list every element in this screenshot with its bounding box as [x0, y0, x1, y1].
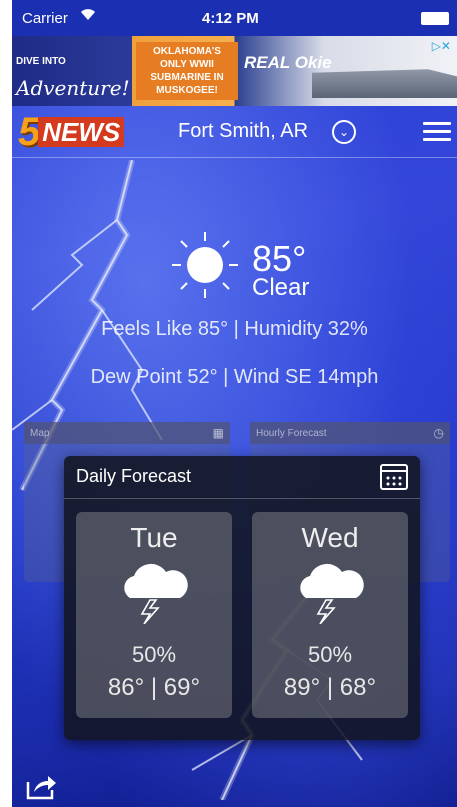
app-header: 5 NEWS Fort Smith, AR ⌄: [12, 106, 457, 158]
dew-point-wind: Dew Point 52° | Wind SE 14mph: [90, 366, 379, 388]
app-screen: Carrier 4:12 PM DIVE INTO Adventure! OKL…: [12, 0, 457, 807]
thunderstorm-icon: [290, 562, 370, 625]
daily-forecast-card[interactable]: Daily Forecast Tue 50% 86° | 69° Wed 50%…: [64, 456, 420, 740]
high-low-temp: 89° | 68°: [283, 674, 377, 701]
current-condition: Clear: [252, 274, 310, 301]
precip-chance: 50%: [131, 642, 177, 667]
adchoices-icon[interactable]: ▷✕: [432, 39, 451, 53]
feels-like-humidity: Feels Like 85° | Humidity 32%: [101, 318, 368, 340]
forecast-day-tue[interactable]: Tue 50% 86° | 69°: [76, 512, 232, 718]
clock: 4:12 PM: [202, 10, 259, 27]
share-icon[interactable]: [26, 772, 58, 800]
ad-dive-text: DIVE INTO: [16, 56, 66, 67]
thunderstorm-icon: [114, 562, 194, 625]
logo-text: NEWS: [38, 117, 125, 147]
day-name: Wed: [301, 522, 359, 553]
submarine-image: [312, 69, 457, 98]
ad-promo-text: OKLAHOMA'S ONLY WWII SUBMARINE IN MUSKOG…: [136, 42, 238, 100]
clock-icon: ◷: [433, 426, 444, 440]
precip-chance: 50%: [307, 642, 353, 667]
wifi-icon: [80, 8, 96, 24]
location-label[interactable]: Fort Smith, AR: [178, 120, 308, 143]
chevron-down-icon[interactable]: ⌄: [332, 120, 356, 144]
calendar-icon[interactable]: [380, 464, 408, 490]
sun-icon: [172, 232, 238, 298]
logo-number: 5: [18, 110, 41, 154]
divider: [64, 498, 420, 499]
daily-forecast-title: Daily Forecast: [76, 466, 192, 486]
ad-banner[interactable]: DIVE INTO Adventure! OKLAHOMA'S ONLY WWI…: [12, 36, 457, 106]
ad-adventure-text: Adventure!: [16, 76, 130, 100]
hourly-card-label: Hourly Forecast: [250, 422, 450, 444]
map-card-label: Map: [24, 422, 230, 444]
day-name: Tue: [130, 522, 178, 553]
forecast-day-wed[interactable]: Wed 50% 89° | 68°: [252, 512, 408, 718]
station-logo: 5 NEWS: [18, 110, 125, 154]
map-icon: ▦: [212, 426, 224, 440]
high-low-temp: 86° | 69°: [107, 674, 201, 701]
status-bar: Carrier 4:12 PM: [12, 0, 457, 36]
ad-brand-logo: REAL Okie: [244, 53, 332, 72]
hamburger-menu-icon[interactable]: [423, 122, 451, 142]
carrier-label: Carrier: [22, 10, 68, 27]
battery-icon: [421, 12, 449, 25]
